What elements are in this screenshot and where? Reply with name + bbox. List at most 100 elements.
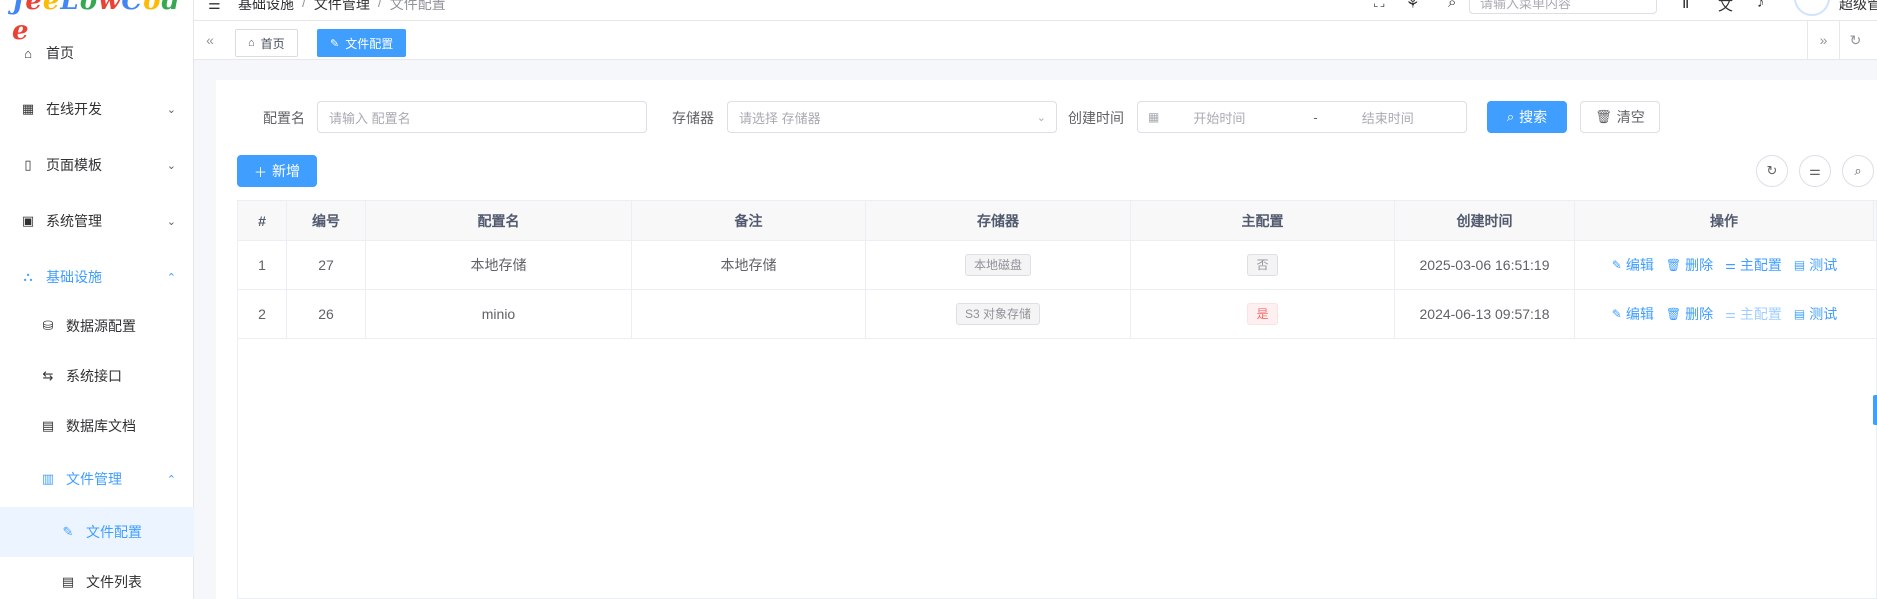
clear-button[interactable]: 🗑 清空 xyxy=(1580,101,1660,133)
edit-button-label: 编辑 xyxy=(1625,306,1654,322)
tab-home[interactable]: ⌂ 首页 xyxy=(235,29,298,57)
username[interactable]: 超级管 xyxy=(1839,0,1877,14)
edit-button[interactable]: ✎ 编辑 xyxy=(1612,255,1654,275)
search-icon: ⌕ xyxy=(1506,109,1515,124)
config-name-input[interactable]: 请输入 配置名 xyxy=(317,101,647,133)
sidebar-item-label: 页面模板 xyxy=(46,157,102,173)
tablet-icon: ▯ xyxy=(24,157,32,172)
refresh-tab-icon[interactable]: ↻ xyxy=(1839,21,1871,59)
search-button[interactable]: ⌕ 搜索 xyxy=(1487,101,1567,133)
sidebar-item-system-api[interactable]: ⇆ 系统接口 xyxy=(0,351,194,401)
plus-icon: ＋ xyxy=(253,164,267,180)
set-master-button[interactable]: ⚌ 主配置 xyxy=(1725,255,1782,275)
sidebar-item-system-mgmt[interactable]: ▣ 系统管理 ⌄ xyxy=(0,193,194,249)
chevron-down-icon: ⌄ xyxy=(166,103,176,116)
edit-icon: ✎ xyxy=(62,524,74,539)
column-header: 编号 xyxy=(287,201,366,240)
sidebar-item-file-config[interactable]: ✎ 文件配置 xyxy=(0,507,194,557)
cell-actions: ✎ 编辑 🗑 删除 ⚌ 主配置 ▤ 测试 xyxy=(1575,241,1874,289)
edit-icon: ✎ xyxy=(330,37,340,50)
sidebar-item-label: 首页 xyxy=(46,45,74,61)
sidebar-item-label: 文件配置 xyxy=(86,524,142,540)
cell-id: 27 xyxy=(287,241,366,289)
config-name-label: 配置名 xyxy=(263,110,305,126)
tabs-scroll-right-icon[interactable]: » xyxy=(1807,21,1839,59)
end-time-input[interactable]: 结束时间 xyxy=(1362,108,1414,127)
set-master-button[interactable]: ⚌ 主配置 xyxy=(1725,304,1782,324)
file-icon: ▥ xyxy=(41,471,55,486)
edit-button[interactable]: ✎ 编辑 xyxy=(1612,304,1654,324)
sidebar-item-infra[interactable]: ⛬ 基础设施 ⌃ xyxy=(0,249,194,305)
database-icon: ⛁ xyxy=(42,318,54,333)
refresh-icon: ↻ xyxy=(1766,163,1778,178)
column-header: 备注 xyxy=(632,201,866,240)
column-header: 操作 xyxy=(1575,201,1874,240)
avatar[interactable] xyxy=(1794,0,1830,16)
top-header: ☰ 基础设施 / 文件管理 / 文件配置 ⛶ ⚘ ⌕ 请输入菜单内容 Ⅱ 文 ♪… xyxy=(194,0,1877,20)
breadcrumb-item-file-mgmt[interactable]: 文件管理 xyxy=(314,0,370,14)
test-button-label: 测试 xyxy=(1809,306,1838,322)
tab-label: 文件配置 xyxy=(345,36,394,51)
sidebar-item-datasource[interactable]: ⛁ 数据源配置 xyxy=(0,301,194,351)
logo-letter: e xyxy=(25,0,43,16)
menu-toggle-icon[interactable]: ☰ xyxy=(208,0,221,13)
create-time-label: 创建时间 xyxy=(1068,110,1124,126)
master-tag: 否 xyxy=(1247,254,1278,276)
delete-button[interactable]: 🗑 删除 xyxy=(1666,304,1713,324)
chevron-down-icon: ⌄ xyxy=(1036,111,1046,124)
scroll-indicator[interactable] xyxy=(1873,395,1877,425)
sidebar-item-file-mgmt[interactable]: ▥ 文件管理 ⌃ xyxy=(0,454,194,504)
github-icon[interactable]: ⚘ xyxy=(1406,0,1419,12)
sidebar-item-file-list[interactable]: ▤ 文件列表 xyxy=(0,557,194,599)
columns-setting-button[interactable]: ⚌ xyxy=(1799,155,1831,187)
cell-remark xyxy=(632,290,866,338)
breadcrumb-item-infra[interactable]: 基础设施 xyxy=(238,0,294,14)
sidebar-item-page-template[interactable]: ▯ 页面模板 ⌄ xyxy=(0,137,194,193)
sidebar-item-online-dev[interactable]: ▦ 在线开发 ⌄ xyxy=(0,81,194,137)
add-button-label: 新增 xyxy=(272,163,300,179)
test-button[interactable]: ▤ 测试 xyxy=(1794,255,1837,275)
cell-created: 2024-06-13 09:57:18 xyxy=(1395,290,1575,338)
test-button[interactable]: ▤ 测试 xyxy=(1794,304,1837,324)
tab-label: 首页 xyxy=(260,36,285,51)
sidebar-item-db-doc[interactable]: ▤ 数据库文档 xyxy=(0,401,194,451)
cell-id: 26 xyxy=(287,290,366,338)
font-size-icon[interactable]: Ⅱ xyxy=(1682,0,1689,12)
api-icon: ⇆ xyxy=(42,368,54,383)
sidebar-item-label: 系统管理 xyxy=(46,213,102,229)
create-time-range-picker[interactable]: ▦ 开始时间 - 结束时间 xyxy=(1137,101,1467,133)
tabs-scroll-left-icon[interactable]: « xyxy=(194,21,226,59)
menu-search-input[interactable]: 请输入菜单内容 xyxy=(1469,0,1657,14)
search-icon[interactable]: ⌕ xyxy=(1448,0,1456,11)
clear-button-label: 清空 xyxy=(1616,109,1645,125)
chevron-up-icon: ⌃ xyxy=(166,473,176,486)
storage-select-placeholder: 请选择 存储器 xyxy=(739,110,821,126)
sidebar-item-home[interactable]: ⌂ 首页 xyxy=(0,25,194,81)
logo-letter: J xyxy=(12,0,26,16)
breadcrumb-item-file-config: 文件配置 xyxy=(389,0,446,12)
cell-index: 2 xyxy=(238,290,287,338)
start-time-input[interactable]: 开始时间 xyxy=(1193,108,1269,127)
add-button[interactable]: ＋ 新增 xyxy=(237,155,317,187)
set-master-button-label: 主配置 xyxy=(1739,257,1782,273)
sidebar-item-label: 数据库文档 xyxy=(66,418,136,434)
table-row[interactable]: 1 27 本地存储 本地存储 本地磁盘否 2025-03-06 16:51:19 ✎ 编辑 🗑 删… xyxy=(238,241,1876,290)
storage-select[interactable]: 请选择 存储器 ⌄ xyxy=(727,101,1057,133)
set-master-button-label: 主配置 xyxy=(1739,306,1782,322)
search-icon: ⌕ xyxy=(1854,163,1862,178)
delete-button[interactable]: 🗑 删除 xyxy=(1666,255,1713,275)
cell-master: 是 xyxy=(1131,290,1395,338)
sitemap-icon: ⛬ xyxy=(23,269,33,284)
trash-icon: 🗑 xyxy=(1595,109,1612,124)
translate-icon[interactable]: 文 xyxy=(1718,0,1733,15)
cell-created: 2025-03-06 16:51:19 xyxy=(1395,241,1575,289)
fullscreen-icon[interactable]: ⛶ xyxy=(1374,0,1385,11)
tab-file-config[interactable]: ✎ 文件配置 xyxy=(317,29,407,57)
toggle-search-button[interactable]: ⌕ xyxy=(1842,155,1874,187)
refresh-button[interactable]: ↻ xyxy=(1756,155,1788,187)
cell-name: minio xyxy=(366,290,632,338)
bell-icon[interactable]: ♪ xyxy=(1757,0,1765,11)
table-row[interactable]: 2 26 minio S3 对象存储 是 2024-06-13 09:57:18 ✎ 编辑 🗑 删… xyxy=(238,290,1876,339)
cell-actions: ✎ 编辑 🗑 删除 ⚌ 主配置 ▤ 测试 xyxy=(1575,290,1874,338)
sliders-icon: ⚌ xyxy=(1725,258,1736,272)
